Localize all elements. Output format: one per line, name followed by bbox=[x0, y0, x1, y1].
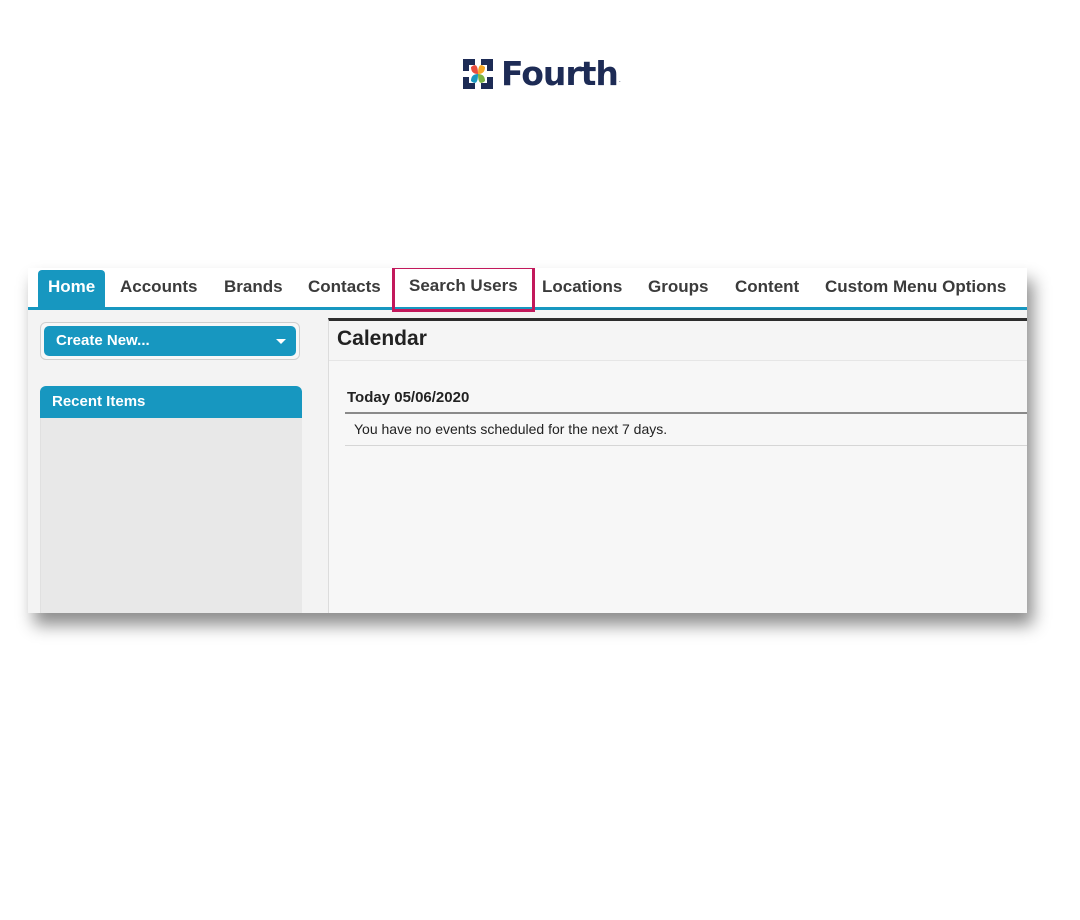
calendar-title: Calendar bbox=[337, 327, 427, 350]
no-events-message: You have no events scheduled for the nex… bbox=[354, 421, 668, 437]
events-divider bbox=[345, 445, 1027, 446]
tab-content[interactable]: Content bbox=[735, 270, 799, 307]
today-divider bbox=[345, 412, 1027, 414]
calendar-panel: Calendar Today 05/06/2020 You have no ev… bbox=[328, 318, 1027, 613]
brand-logo: Fourth . bbox=[461, 56, 621, 92]
tab-home[interactable]: Home bbox=[38, 270, 106, 307]
tab-locations[interactable]: Locations bbox=[542, 270, 622, 307]
tab-accounts[interactable]: Accounts bbox=[120, 270, 197, 307]
caret-down-icon bbox=[276, 339, 286, 344]
tab-bar: Home Accounts Brands Contacts Search Use… bbox=[28, 268, 1027, 312]
tab-search-users[interactable]: Search Users bbox=[392, 268, 535, 312]
create-new-container: Create New... bbox=[40, 322, 300, 360]
brand-trademark: . bbox=[618, 77, 621, 84]
tab-contacts[interactable]: Contacts bbox=[308, 270, 381, 307]
app-screenshot: Home Accounts Brands Contacts Search Use… bbox=[28, 268, 1027, 613]
calendar-title-bar bbox=[329, 321, 1027, 361]
fourth-logo-icon bbox=[462, 58, 494, 90]
brand-name: Fourth bbox=[501, 54, 619, 93]
recent-items-header: Recent Items bbox=[40, 386, 302, 418]
tab-custom-menu-options[interactable]: Custom Menu Options bbox=[825, 270, 1006, 307]
today-date-label: Today 05/06/2020 bbox=[347, 389, 470, 406]
create-new-label: Create New... bbox=[56, 332, 150, 349]
recent-items-list bbox=[40, 418, 302, 613]
create-new-button[interactable]: Create New... bbox=[44, 326, 296, 356]
tab-brands[interactable]: Brands bbox=[224, 270, 283, 307]
tab-groups[interactable]: Groups bbox=[648, 270, 708, 307]
